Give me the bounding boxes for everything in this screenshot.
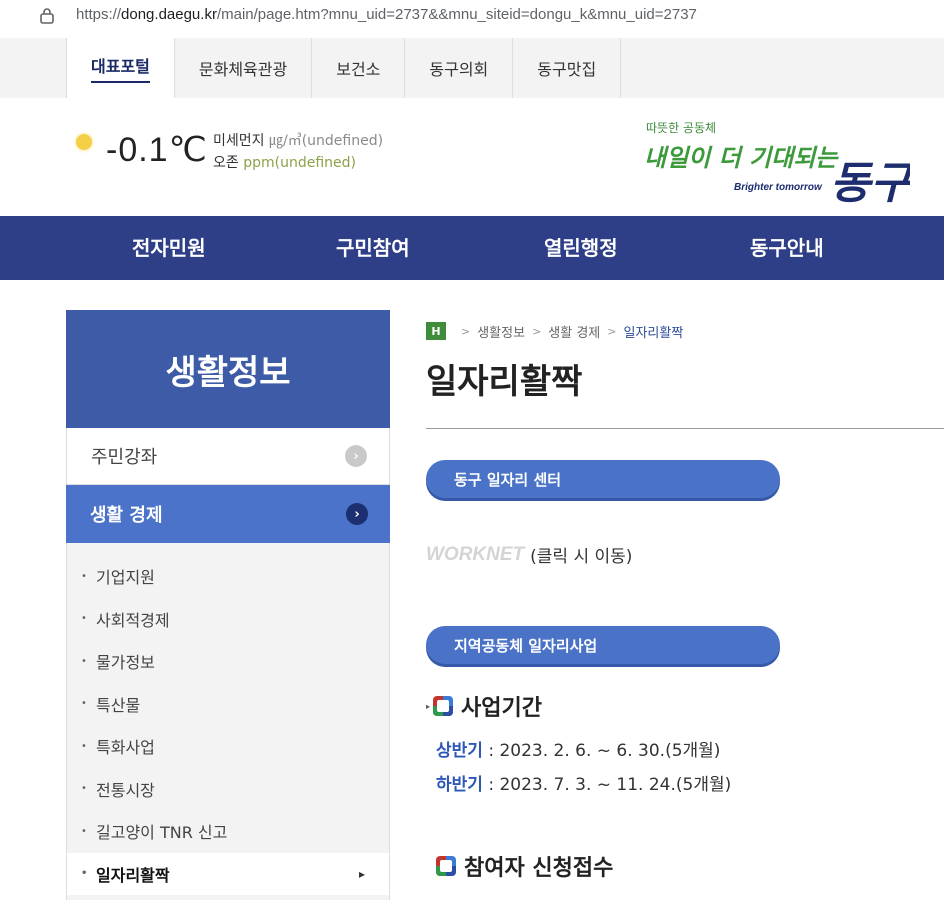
worknet-link[interactable]: WORKNET (클릭 시 이동) [426,542,633,568]
sidebar-item-label: 생활 경제 [90,505,163,526]
sidebar-title: 생활정보 [165,352,291,393]
air-quality: 미세먼지 ㎍/㎥(undefined) 오존 ppm(undefined) [213,130,383,174]
site-logo[interactable]: 따뜻한 공동체 내일이 더 기대되는 Brighter tomorrow 동구 [640,110,910,210]
url-text[interactable]: https://dong.daegu.kr/main/page.htm?mnu_… [76,6,697,23]
bullet-icon: • [81,698,87,710]
ozone-value: ppm(undefined) [243,155,356,171]
colored-square-icon [433,696,454,716]
bullet-icon: • [81,655,87,667]
second-half-value: : 2023. 7. 3. ~ 11. 24.(5개월) [482,775,732,795]
home-icon[interactable]: H [426,322,446,340]
chevron-right-icon: › [346,503,368,525]
submenu-item-special-projects[interactable]: • 특화사업 [67,725,389,768]
chevron-right-icon: ▸ [358,866,365,881]
submenu-item-traditional-markets[interactable]: • 전통시장 [67,768,389,811]
chevron-right-icon: > [532,324,542,338]
address-bar[interactable]: https://dong.daegu.kr/main/page.htm?mnu_… [0,0,944,34]
section-heading-apply: 참여자 신청접수 [436,850,613,882]
tab-main-portal[interactable]: 대표포털 [66,38,175,98]
bullet-icon: • [81,740,87,752]
section-heading-period: ▸ 사업기간 [426,696,542,721]
nav-participation[interactable]: 구민참여 [336,216,410,280]
sidebar-item-label: 주민강좌 [91,447,158,468]
lock-icon [40,8,54,24]
title-divider [426,428,944,429]
main-navigation: 전자민원 구민참여 열린행정 동구안내 [0,216,944,280]
breadcrumb-item[interactable]: 생활정보 [477,322,525,341]
bullet-icon: • [81,868,88,880]
breadcrumb: H > 생활정보 > 생활 경제 > 일자리활짝 [426,322,684,341]
submenu-item-stray-cat-tnr[interactable]: • 길고양이 TNR 신고 [67,810,389,853]
second-half-period: 하반기 : 2023. 7. 3. ~ 11. 24.(5개월) [436,770,731,795]
first-half-value: : 2023. 2. 6. ~ 6. 30.(5개월) [482,741,721,761]
submenu-item-business-support[interactable]: • 기업지원 [67,555,389,598]
sun-icon [76,134,92,150]
bullet-icon: • [81,570,87,582]
sidebar-title-box: 생활정보 [66,310,390,428]
section-pill-community-jobs: 지역공동체 일자리사업 [426,626,780,664]
dust-label: 미세먼지 [213,133,265,149]
colored-square-icon [436,856,456,876]
logo-big-text: 동구 [830,158,910,209]
submenu-item-prices[interactable]: • 물가정보 [67,640,389,683]
first-half-period: 상반기 : 2023. 2. 6. ~ 6. 30.(5개월) [436,736,720,761]
logo-top-text: 따뜻한 공동체 [646,121,716,135]
triangle-right-icon: ▸ [426,701,431,711]
sidebar-item-living-economy[interactable]: 생활 경제 › [66,485,390,543]
second-half-label: 하반기 [436,775,483,795]
tab-restaurants[interactable]: 동구맛집 [513,38,622,98]
site-header: -0.1℃ 미세먼지 ㎍/㎥(undefined) 오존 ppm(undefin… [0,98,944,216]
chevron-right-icon: > [461,324,471,338]
tab-health-center[interactable]: 보건소 [312,38,406,98]
sidebar-item-resident-lectures[interactable]: 주민강좌 › [66,428,390,485]
nav-e-civil[interactable]: 전자민원 [132,216,206,280]
nav-district-info[interactable]: 동구안내 [750,216,824,280]
nav-open-admin[interactable]: 열린행정 [544,216,618,280]
portal-tab-bar: 대표포털 문화체육관광 보건소 동구의회 동구맛집 [0,38,944,98]
ozone-label: 오존 [213,155,239,171]
sidebar-submenu: • 기업지원 • 사회적경제 • 물가정보 • 특산물 • 특화사업 • 전통시장 • 길고양… [66,543,390,900]
breadcrumb-item[interactable]: 생활 경제 [548,322,600,341]
page-title: 일자리활짝 [426,362,583,402]
logo-en-text: Brighter tomorrow [734,182,823,193]
submenu-item-social-economy[interactable]: • 사회적경제 [67,598,389,641]
tab-culture-sports-tourism[interactable]: 문화체육관광 [174,38,313,98]
submenu-item-jobs[interactable]: • 일자리활짝 ▸ [67,852,389,895]
sidebar: 생활정보 주민강좌 › 생활 경제 › • 기업지원 • 사회적경제 • 물가정보 •… [66,310,390,900]
bullet-icon: • [81,613,87,625]
first-half-label: 상반기 [436,741,483,761]
temperature: -0.1℃ [106,131,208,169]
logo-main-text: 내일이 더 기대되는 [644,144,839,172]
tab-district-council[interactable]: 동구의회 [405,38,514,98]
worknet-logo: WORKNET [426,543,525,565]
bullet-icon: • [81,783,87,795]
worknet-link-text: (클릭 시 이동) [530,547,633,567]
breadcrumb-current: 일자리활짝 [623,325,684,341]
section-pill-job-center: 동구 일자리 센터 [426,460,780,498]
chevron-right-icon: › [345,445,367,467]
submenu-item-specialties[interactable]: • 특산물 [67,683,389,726]
dust-value: ㎍/㎥(undefined) [268,133,384,149]
bullet-icon: • [81,825,87,837]
chevron-right-icon: > [607,324,617,338]
